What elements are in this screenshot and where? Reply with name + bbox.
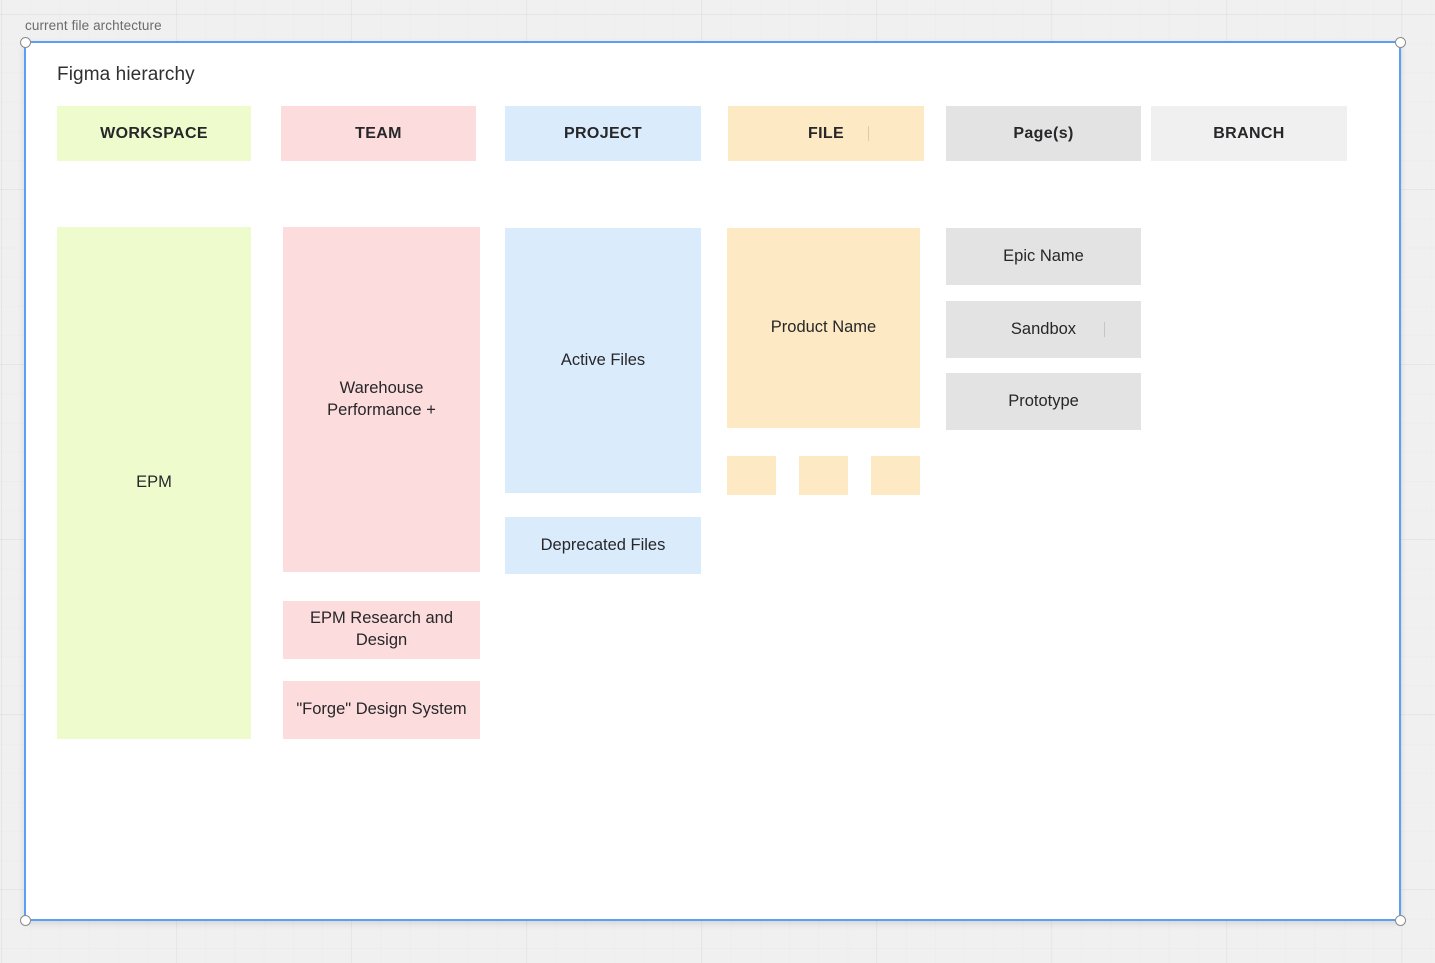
column-header-pages[interactable]: Page(s) [946, 106, 1141, 161]
file-item-product-name[interactable]: Product Name [727, 228, 920, 428]
column-header-workspace[interactable]: WORKSPACE [57, 106, 251, 161]
page-item-epic-name[interactable]: Epic Name [946, 228, 1141, 285]
resize-handle-top-left[interactable] [19, 36, 31, 48]
resize-handle-bottom-left[interactable] [19, 914, 31, 926]
team-item-warehouse-performance[interactable]: Warehouse Performance + [283, 227, 480, 572]
column-header-branch[interactable]: BRANCH [1151, 106, 1347, 161]
file-swatch-1[interactable] [727, 456, 776, 495]
page-item-sandbox[interactable]: Sandbox [946, 301, 1141, 358]
team-item-epm-research-and-design[interactable]: EPM Research and Design [283, 601, 480, 659]
resize-handle-top-right[interactable] [1394, 36, 1406, 48]
file-swatch-3[interactable] [871, 456, 920, 495]
resize-handle-bottom-right[interactable] [1394, 914, 1406, 926]
project-item-active-files[interactable]: Active Files [505, 228, 701, 493]
team-item-forge-design-system[interactable]: "Forge" Design System [283, 681, 480, 739]
frame-label[interactable]: current file archtecture [25, 18, 162, 33]
column-header-team[interactable]: TEAM [281, 106, 476, 161]
file-swatch-2[interactable] [799, 456, 848, 495]
column-header-project[interactable]: PROJECT [505, 106, 701, 161]
diagram-title: Figma hierarchy [57, 64, 195, 85]
column-header-file[interactable]: FILE [728, 106, 924, 161]
page-item-prototype[interactable]: Prototype [946, 373, 1141, 430]
project-item-deprecated-files[interactable]: Deprecated Files [505, 517, 701, 574]
workspace-item-epm[interactable]: EPM [57, 227, 251, 739]
